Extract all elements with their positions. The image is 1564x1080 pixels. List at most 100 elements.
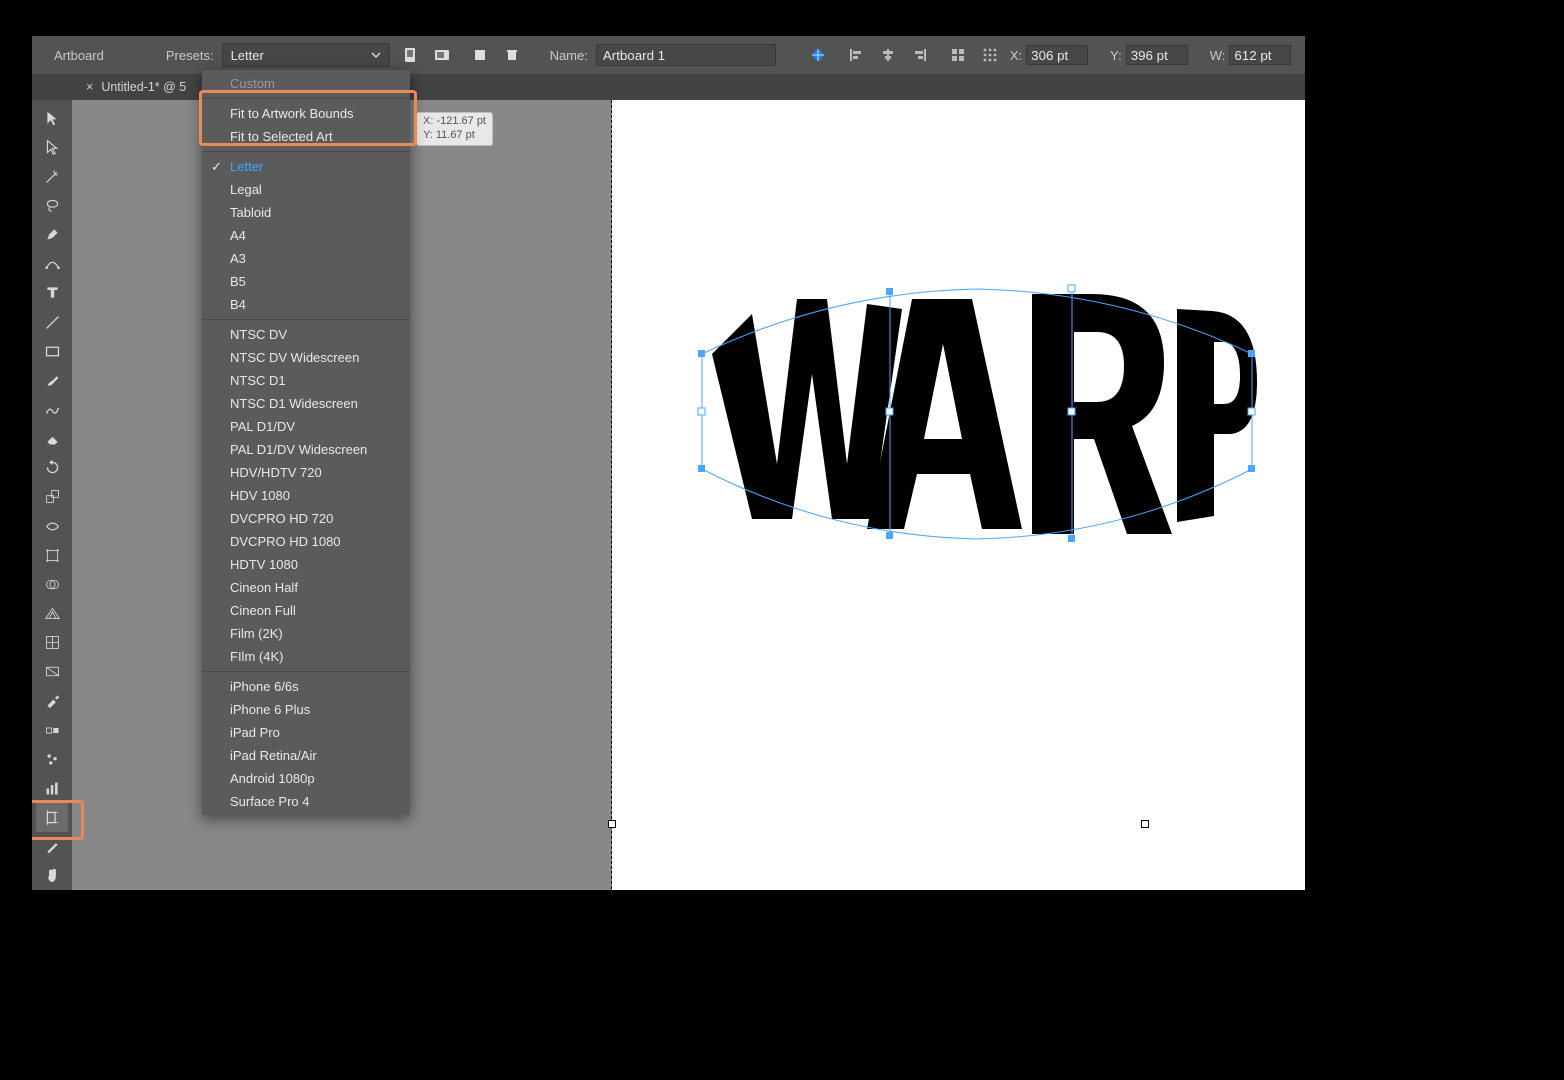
preset-ipad-retina[interactable]: iPad Retina/Air xyxy=(202,744,410,767)
eyedropper-tool[interactable] xyxy=(36,687,68,715)
line-tool[interactable] xyxy=(36,308,68,336)
presets-label: Presets: xyxy=(166,48,214,63)
w-group: W: xyxy=(1210,45,1292,65)
delete-artboard-button[interactable] xyxy=(500,43,524,67)
preset-hdtv-1080[interactable]: HDTV 1080 xyxy=(202,553,410,576)
preset-dvcpro-1080[interactable]: DVCPRO HD 1080 xyxy=(202,530,410,553)
tools-panel xyxy=(32,100,72,890)
magic-wand-tool[interactable] xyxy=(36,162,68,190)
slice-tool[interactable] xyxy=(36,833,68,861)
x-label: X: xyxy=(1010,48,1022,63)
width-tool[interactable] xyxy=(36,512,68,540)
canvas-handle[interactable] xyxy=(1141,820,1149,828)
hand-tool[interactable] xyxy=(36,862,68,890)
preset-film-2k[interactable]: Film (2K) xyxy=(202,622,410,645)
preset-ipad-pro[interactable]: iPad Pro xyxy=(202,721,410,744)
preset-ntsc-d1[interactable]: NTSC D1 xyxy=(202,369,410,392)
column-graph-tool[interactable] xyxy=(36,774,68,802)
artboard-type-label: Artboard xyxy=(40,48,118,63)
free-transform-tool[interactable] xyxy=(36,541,68,569)
preset-film-4k[interactable]: FIlm (4K) xyxy=(202,645,410,668)
preset-a3[interactable]: A3 xyxy=(202,247,410,270)
orientation-portrait-button[interactable] xyxy=(398,43,422,67)
pen-tool[interactable] xyxy=(36,221,68,249)
move-with-artboard-button[interactable] xyxy=(806,43,830,67)
name-label: Name: xyxy=(550,48,588,63)
preset-fit-selected-art[interactable]: Fit to Selected Art xyxy=(202,125,410,148)
artboard-options-button[interactable] xyxy=(946,43,970,67)
perspective-grid-tool[interactable] xyxy=(36,599,68,627)
control-bar: Artboard Presets: Letter Name: X: Y: xyxy=(32,36,1305,74)
symbol-sprayer-tool[interactable] xyxy=(36,745,68,773)
preset-legal[interactable]: Legal xyxy=(202,178,410,201)
presets-dropdown-value: Letter xyxy=(231,48,264,63)
preset-ntsc-d1-wide[interactable]: NTSC D1 Widescreen xyxy=(202,392,410,415)
coord-x: X: -121.67 pt xyxy=(423,115,486,129)
curvature-tool[interactable] xyxy=(36,250,68,278)
selection-tool[interactable] xyxy=(36,104,68,132)
preset-a4[interactable]: A4 xyxy=(202,224,410,247)
preset-fit-artwork-bounds[interactable]: Fit to Artwork Bounds xyxy=(202,102,410,125)
preset-letter[interactable]: Letter xyxy=(202,155,410,178)
preset-pal-d1dv[interactable]: PAL D1/DV xyxy=(202,415,410,438)
mesh-tool[interactable] xyxy=(36,629,68,657)
menu-separator xyxy=(202,151,410,152)
preset-hdv-1080[interactable]: HDV 1080 xyxy=(202,484,410,507)
menu-separator xyxy=(202,319,410,320)
artboard-name-input[interactable] xyxy=(596,44,776,66)
presets-dropdown[interactable]: Letter xyxy=(222,43,390,67)
reference-point-button[interactable] xyxy=(978,43,1002,67)
preset-hdv-720[interactable]: HDV/HDTV 720 xyxy=(202,461,410,484)
preset-cineon-half[interactable]: Cineon Half xyxy=(202,576,410,599)
preset-iphone-6-plus[interactable]: iPhone 6 Plus xyxy=(202,698,410,721)
gradient-tool[interactable] xyxy=(36,658,68,686)
lasso-tool[interactable] xyxy=(36,191,68,219)
eraser-tool[interactable] xyxy=(36,425,68,453)
align-center-button[interactable] xyxy=(876,43,900,67)
preset-cineon-full[interactable]: Cineon Full xyxy=(202,599,410,622)
y-label: Y: xyxy=(1110,48,1122,63)
menu-separator xyxy=(202,671,410,672)
x-group: X: xyxy=(1010,45,1088,65)
align-left-button[interactable] xyxy=(844,43,868,67)
preset-custom: Custom xyxy=(202,72,410,95)
direct-selection-tool[interactable] xyxy=(36,133,68,161)
scale-tool[interactable] xyxy=(36,483,68,511)
preset-tabloid[interactable]: Tabloid xyxy=(202,201,410,224)
shape-builder-tool[interactable] xyxy=(36,570,68,598)
orientation-landscape-button[interactable] xyxy=(430,43,454,67)
x-input[interactable] xyxy=(1026,45,1088,65)
preset-ntsc-dv-wide[interactable]: NTSC DV Widescreen xyxy=(202,346,410,369)
w-input[interactable] xyxy=(1229,45,1291,65)
preset-dvcpro-720[interactable]: DVCPRO HD 720 xyxy=(202,507,410,530)
blend-tool[interactable] xyxy=(36,716,68,744)
preset-pal-d1dv-wide[interactable]: PAL D1/DV Widescreen xyxy=(202,438,410,461)
rectangle-tool[interactable] xyxy=(36,337,68,365)
canvas-handle[interactable] xyxy=(608,820,616,828)
align-right-button[interactable] xyxy=(908,43,932,67)
preset-iphone-6[interactable]: iPhone 6/6s xyxy=(202,675,410,698)
preset-b4[interactable]: B4 xyxy=(202,293,410,316)
artboard-tool[interactable] xyxy=(36,803,68,831)
rotate-tool[interactable] xyxy=(36,454,68,482)
coordinates-tooltip: X: -121.67 pt Y: 11.67 pt xyxy=(416,112,493,146)
type-tool[interactable] xyxy=(36,279,68,307)
preset-android-1080p[interactable]: Android 1080p xyxy=(202,767,410,790)
presets-dropdown-menu: Custom Fit to Artwork Bounds Fit to Sele… xyxy=(202,70,410,815)
shaper-tool[interactable] xyxy=(36,395,68,423)
y-input[interactable] xyxy=(1126,45,1188,65)
artboard-canvas[interactable] xyxy=(612,100,1305,890)
coord-y: Y: 11.67 pt xyxy=(423,129,486,143)
preset-surface-pro-4[interactable]: Surface Pro 4 xyxy=(202,790,410,813)
app-window: Artboard Presets: Letter Name: X: Y: xyxy=(32,36,1305,890)
y-group: Y: xyxy=(1110,45,1188,65)
new-artboard-button[interactable] xyxy=(468,43,492,67)
document-tab-title[interactable]: Untitled-1* @ 5 xyxy=(97,80,186,94)
preset-b5[interactable]: B5 xyxy=(202,270,410,293)
paintbrush-tool[interactable] xyxy=(36,366,68,394)
w-label: W: xyxy=(1210,48,1226,63)
menu-separator xyxy=(202,98,410,99)
chevron-down-icon xyxy=(371,48,381,63)
tab-close-button[interactable]: × xyxy=(82,80,97,94)
preset-ntsc-dv[interactable]: NTSC DV xyxy=(202,323,410,346)
